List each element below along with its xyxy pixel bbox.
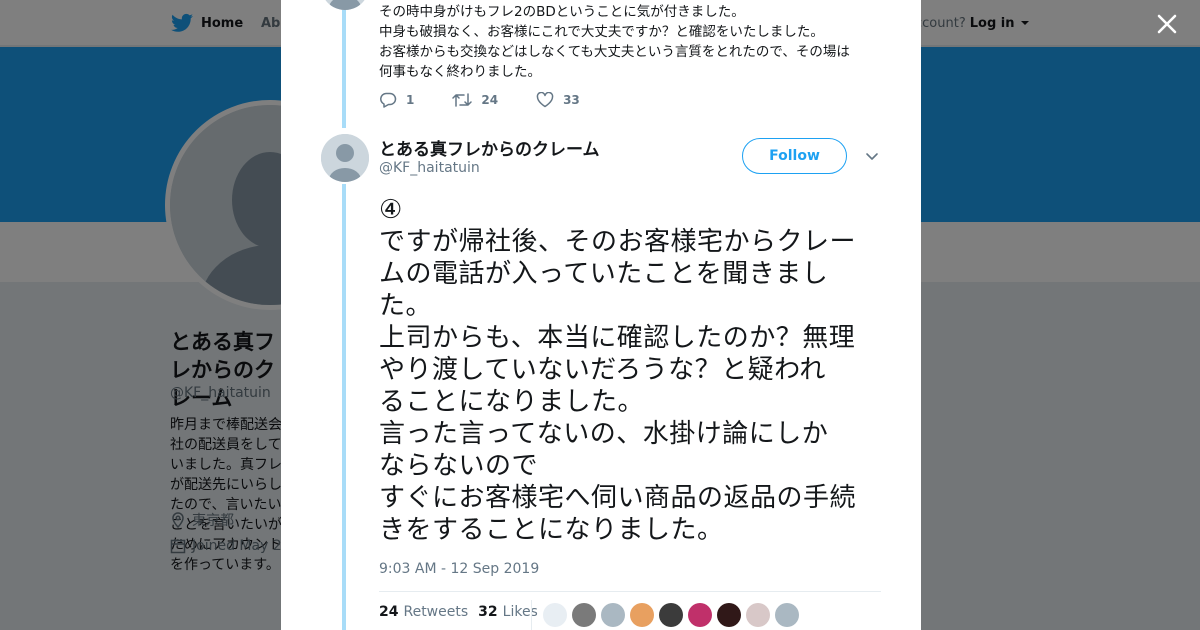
text-line: やり渡していないだろうな？と疑われ [379,355,826,385]
liker-avatar[interactable] [688,603,712,627]
previous-tweet-text: その時中身がけもフレ2のBDということに気が付きました。 中身も破損なく、お客様… [379,2,879,82]
heart-icon [536,92,554,108]
like-count: 33 [563,93,580,107]
liker-avatar[interactable] [601,603,625,627]
reply-count: 1 [406,93,415,107]
previous-tweet-actions: 1 24 33 [379,92,618,108]
reply-button[interactable]: 1 [379,92,414,108]
liker-avatar[interactable] [717,603,741,627]
text-line: ムの電話が入っていたことを聞きまし [379,259,829,289]
tweet-author-avatar[interactable] [321,134,369,182]
divider [379,591,881,592]
text-line: 言った言ってないの、水掛け論にしか [379,419,829,449]
tweet-text: ④ ですが帰社後、そのお客様宅からクレー ムの電話が入っていたことを聞きまし た… [379,194,889,546]
liker-avatar[interactable] [746,603,770,627]
likes-stat-count: 32 [478,604,498,620]
reply-icon [380,92,397,108]
retweet-button[interactable]: 24 [452,92,498,108]
liker-avatars [543,603,799,627]
retweets-stat-count: 24 [379,604,399,620]
text-line: ④ [379,195,403,225]
like-button[interactable]: 33 [536,92,580,108]
tweet-stats: 24 Retweets 32 Likes [379,604,538,620]
liker-avatar[interactable] [659,603,683,627]
text-line: 上司からも、本当に確認したのか？無理 [379,323,856,353]
text-line: その時中身がけもフレ2のBDということに気が付きました。 [379,4,745,20]
text-line: お客様からも交換などはしなくても大丈夫という言質をとれたので、その場は [379,44,850,60]
liker-avatar[interactable] [543,603,567,627]
text-line: ならないので [379,451,539,481]
likes-stat[interactable]: 32 Likes [478,604,538,620]
liker-avatar[interactable] [775,603,799,627]
tweet-author-handle[interactable]: @KF_haitatuin [379,160,480,176]
text-line: ですが帰社後、そのお客様宅からクレー [379,227,857,257]
tweet-author-name[interactable]: とある真フレからのクレーム [379,135,600,160]
follow-button[interactable]: Follow [742,138,847,174]
text-line: ることになりました。 [379,387,645,417]
thread-line [342,184,346,630]
text-line: すぐにお客様宅へ伺い商品の返品の手続 [379,483,857,513]
previous-tweet-avatar[interactable] [321,0,369,10]
tweet-timestamp[interactable]: 9:03 AM - 12 Sep 2019 [379,561,539,577]
liker-avatar[interactable] [630,603,654,627]
close-icon[interactable] [1153,10,1181,38]
text-line: 何事もなく終わりました。 [379,64,541,80]
text-line: た。 [379,291,433,321]
default-avatar-icon [321,0,369,10]
liker-avatar[interactable] [572,603,596,627]
retweets-stat-label: Retweets [403,604,469,620]
text-line: 中身も破損なく、お客様にこれで大丈夫ですか？と確認をいたしました。 [379,24,824,40]
tweet-modal: その時中身がけもフレ2のBDということに気が付きました。 中身も破損なく、お客様… [281,0,921,630]
divider [531,600,532,630]
thread-line [342,10,346,128]
retweet-icon [452,93,473,107]
retweets-stat[interactable]: 24 Retweets [379,604,468,620]
text-line: きをすることになりました。 [379,515,724,545]
retweet-count: 24 [481,93,499,107]
likes-stat-label: Likes [502,604,538,620]
chevron-down-icon[interactable] [864,148,880,164]
default-avatar-icon [321,134,369,182]
